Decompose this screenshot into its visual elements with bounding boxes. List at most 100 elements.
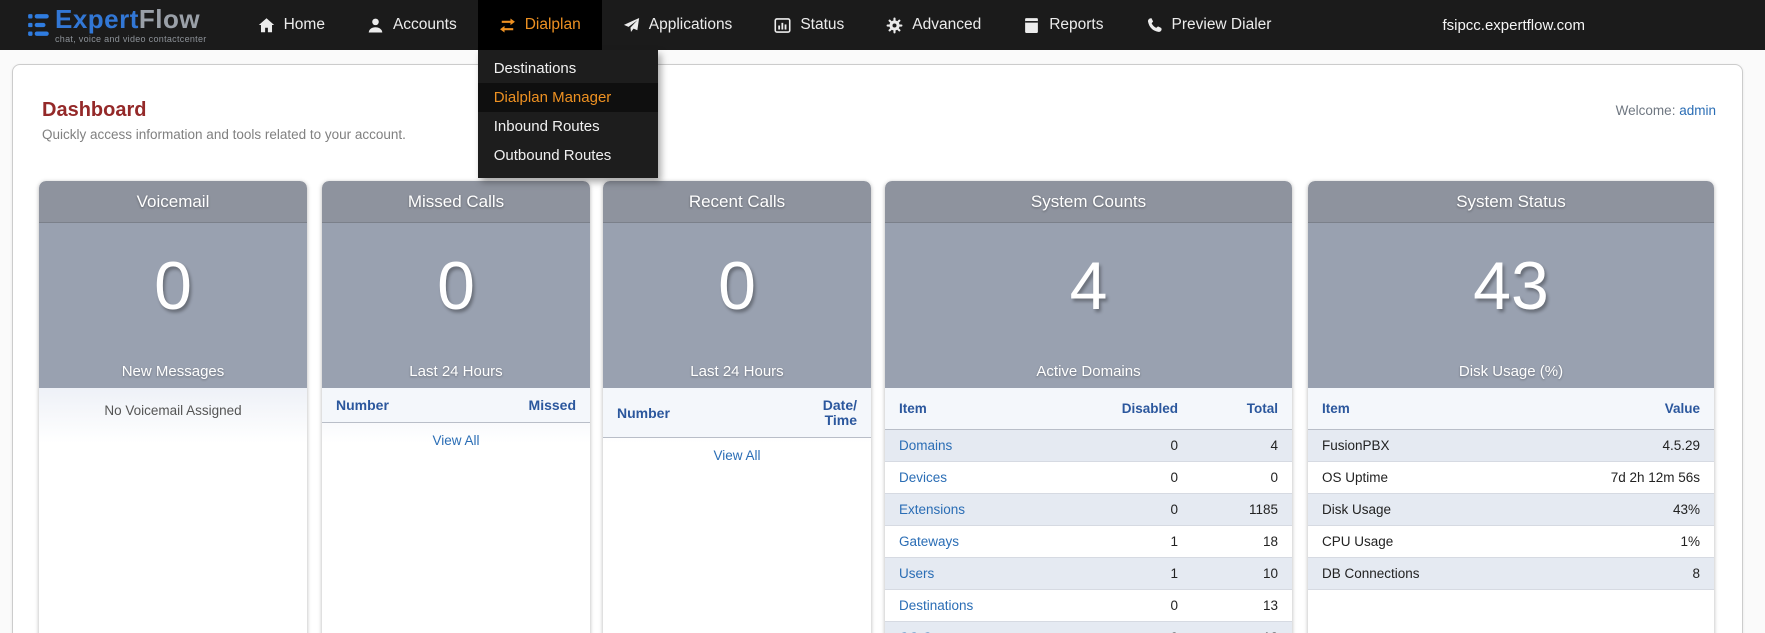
nav-bar: ExpertFlow chat, voice and video contact…	[0, 0, 1765, 178]
card-title: Missed Calls	[322, 181, 590, 223]
column-disabled: Disabled	[1107, 388, 1192, 430]
card-body: Item Value FusionPBX 4.5.29 OS Uptime 7d 2h…	[1308, 388, 1714, 633]
nav-item-applications[interactable]: Applications	[602, 0, 754, 50]
item-value: 4	[1192, 429, 1292, 462]
card-hero: 0 Last 24 Hours	[322, 223, 590, 388]
card-recent-calls: Recent Calls 0 Last 24 Hours Number Date…	[603, 181, 871, 633]
column-total: Total	[1192, 388, 1292, 430]
dropdown-item-dialplan-manager[interactable]: Dialplan Manager	[477, 83, 658, 112]
item-value: 0	[1192, 461, 1292, 494]
brand-logo[interactable]: ExpertFlow chat, voice and video contact…	[28, 6, 207, 44]
user-icon	[368, 18, 383, 33]
card-title: System Status	[1308, 181, 1714, 223]
dropdown-item-destinations[interactable]: Destinations	[478, 54, 658, 83]
nav-item-label: Preview Dialer	[1171, 16, 1272, 33]
swap-arrows-icon	[499, 17, 515, 33]
card-title: System Counts	[885, 181, 1292, 223]
item-value: 0	[1107, 621, 1192, 633]
table-row: Devices 0 0	[885, 461, 1292, 494]
column-item: Item	[1308, 388, 1554, 430]
card-hero: 0 Last 24 Hours	[603, 223, 871, 388]
book-icon	[1025, 17, 1039, 33]
card-system-status: System Status 43 Disk Usage (%) Item Val…	[1308, 181, 1714, 633]
item-value: 0	[1107, 429, 1192, 462]
nav-item-home[interactable]: Home	[237, 0, 346, 50]
recent-calls-table-header: Number Date/ Time	[603, 388, 871, 438]
card-hero: 43 Disk Usage (%)	[1308, 223, 1714, 388]
item-value: 8	[1554, 557, 1714, 590]
system-counts-table: Item Disabled Total Domains 0 4 Devices 0 0 Ex…	[885, 388, 1292, 633]
column-number: Number	[617, 404, 670, 421]
dropdown-item-outbound-routes[interactable]: Outbound Routes	[478, 141, 658, 170]
welcome-user-link[interactable]: admin	[1679, 103, 1716, 118]
nav-item-status[interactable]: Status	[753, 0, 865, 50]
card-title: Voicemail	[39, 181, 307, 223]
voicemail-empty-text: No Voicemail Assigned	[104, 403, 242, 418]
paper-plane-icon	[623, 17, 639, 32]
column-missed: Missed	[528, 397, 576, 413]
item-value: 0	[1107, 461, 1192, 494]
hero-caption: Active Domains	[1036, 363, 1141, 380]
nav-menu: Home Accounts Dialplan Destinations Dial…	[237, 0, 1293, 178]
item-value: 4.5.29	[1554, 429, 1714, 462]
nav-item-label: Home	[283, 16, 325, 33]
item-value: 1185	[1192, 493, 1292, 526]
view-all-link[interactable]: View All	[432, 433, 479, 448]
hero-caption: Last 24 Hours	[690, 363, 784, 380]
item-link[interactable]: Extensions	[899, 502, 965, 517]
nav-item-preview-dialer[interactable]: Preview Dialer	[1125, 0, 1293, 50]
dialplan-dropdown: Destinations Dialplan Manager Inbound Ro…	[477, 50, 658, 178]
home-icon	[258, 17, 274, 32]
item-link[interactable]: Gateways	[899, 534, 959, 549]
card-body: No Voicemail Assigned	[39, 388, 307, 633]
table-row: Domains 0 4	[885, 429, 1292, 462]
card-system-counts: System Counts 4 Active Domains Item Disa…	[885, 181, 1292, 633]
table-row: Gateways 1 18	[885, 525, 1292, 558]
card-hero: 0 New Messages	[39, 223, 307, 388]
item-label: OS Uptime	[1308, 461, 1554, 494]
item-link[interactable]: Destinations	[899, 598, 973, 613]
item-value: 1%	[1554, 525, 1714, 558]
item-value: 13	[1192, 589, 1292, 622]
view-all-link[interactable]: View All	[713, 448, 760, 463]
page-subtitle: Quickly access information and tools rel…	[42, 127, 406, 142]
hero-count: 43	[1473, 248, 1549, 324]
nav-item-label: Status	[800, 16, 845, 33]
system-status-table: Item Value FusionPBX 4.5.29 OS Uptime 7d 2h…	[1308, 388, 1714, 590]
card-hero: 4 Active Domains	[885, 223, 1292, 388]
page-header: Dashboard Quickly access information and…	[13, 65, 1742, 142]
item-value: 7d 2h 12m 56s	[1554, 461, 1714, 494]
nav-item-reports[interactable]: Reports	[1002, 0, 1124, 50]
hero-count: 0	[437, 248, 475, 324]
domain-label: fsipcc.expertflow.com	[1442, 16, 1585, 34]
card-body: Item Disabled Total Domains 0 4 Devices 0 0 Ex…	[885, 388, 1292, 633]
table-row: DB Connections 8	[1308, 557, 1714, 590]
item-label: FusionPBX	[1308, 429, 1554, 462]
dropdown-item-inbound-routes[interactable]: Inbound Routes	[478, 112, 658, 141]
nav-item-label: Reports	[1049, 16, 1104, 33]
item-value: 18	[1192, 525, 1292, 558]
nav-item-label: Accounts	[392, 16, 457, 33]
nav-item-accounts[interactable]: Accounts	[346, 0, 478, 50]
hero-count: 4	[1069, 248, 1108, 324]
hero-count: 0	[718, 248, 756, 324]
expertflow-logo-icon	[28, 14, 49, 36]
nav-item-advanced[interactable]: Advanced	[865, 0, 1002, 50]
brand-tagline: chat, voice and video contactcenter	[55, 34, 207, 44]
card-missed-calls: Missed Calls 0 Last 24 Hours Number Miss…	[322, 181, 590, 633]
nav-item-dialplan[interactable]: Dialplan	[477, 0, 602, 50]
item-link[interactable]: Domains	[899, 438, 952, 453]
page-title: Dashboard	[42, 99, 147, 121]
item-link[interactable]: Devices	[899, 470, 947, 485]
brand-name: ExpertFlow	[55, 4, 201, 34]
item-link[interactable]: Users	[899, 566, 934, 581]
item-value: 12	[1192, 621, 1292, 633]
hero-caption: Last 24 Hours	[409, 363, 503, 380]
hero-caption: New Messages	[121, 363, 225, 380]
table-row: OS Uptime 7d 2h 12m 56s	[1308, 461, 1714, 494]
table-row: FusionPBX 4.5.29	[1308, 429, 1714, 462]
card-title: Recent Calls	[603, 181, 871, 223]
card-body: Number Date/ Time View All	[603, 388, 871, 633]
table-row: Destinations 0 13	[885, 589, 1292, 622]
column-value: Value	[1554, 388, 1714, 430]
